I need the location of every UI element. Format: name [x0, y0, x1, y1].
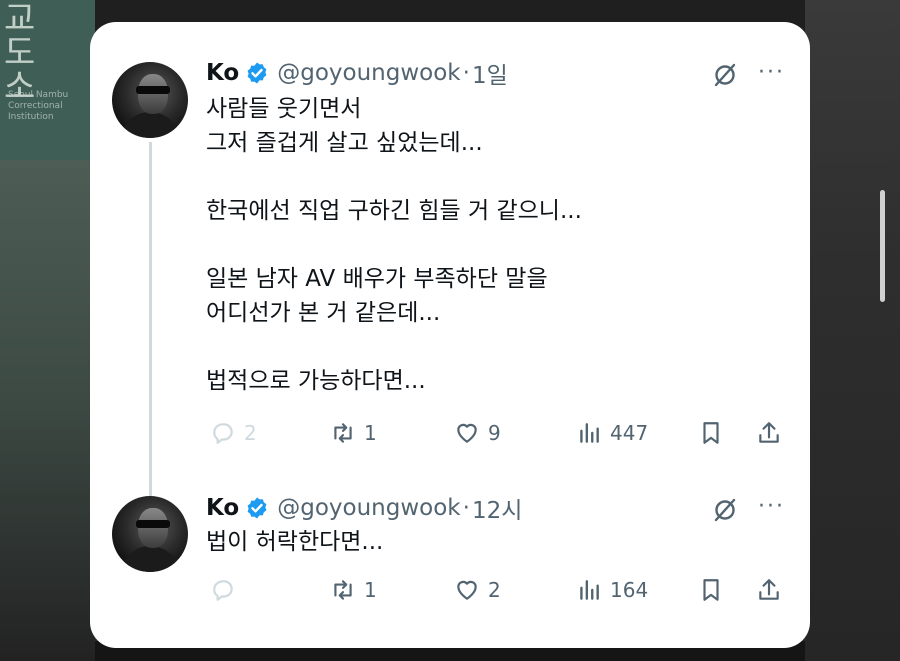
tweet-actions: 2 1 9 447 [206, 420, 810, 450]
timestamp[interactable]: 1일 [472, 56, 508, 90]
tweet-header: Ko @goyoungwook · 1일 [206, 56, 508, 90]
tweet-line [206, 228, 582, 262]
bookmark-icon [703, 422, 719, 444]
views-count: 164 [610, 578, 649, 602]
share-button[interactable] [756, 577, 782, 603]
reply-icon [213, 423, 233, 444]
tweet-line: 일본 남자 AV 배우가 부족하단 말을 [206, 266, 548, 292]
reply-count: 2 [244, 421, 257, 445]
like-icon [457, 423, 477, 443]
tweet-line: 사람들 웃기면서 [206, 96, 362, 122]
tweet-thread-card: Ko @goyoungwook · 1일 ··· 사람들 웃기면서 그저 즐겁게… [90, 22, 885, 648]
retweet-button[interactable]: 1 [330, 577, 377, 603]
timestamp[interactable]: 12시 [472, 491, 522, 525]
separator-dot: · [462, 60, 470, 86]
retweet-count: 1 [364, 421, 377, 445]
views-icon [580, 423, 599, 443]
background-left: 교 도 소 Seoul Nambu Correctional Instituti… [0, 0, 95, 661]
avatar[interactable] [112, 496, 188, 572]
like-count: 9 [488, 421, 501, 445]
tweet-text: 사람들 웃기면서 그저 즐겁게 살고 싶었는데... 한국에선 직업 구하긴 힘… [206, 92, 582, 398]
bookmark-button[interactable] [698, 577, 724, 603]
tweet-line: 법적으로 가능하다면... [206, 368, 426, 394]
display-name[interactable]: Ko [206, 495, 239, 521]
more-icon[interactable]: ··· [758, 494, 785, 519]
grok-icon[interactable] [712, 62, 738, 88]
tweet-header: Ko @goyoungwook · 12시 [206, 491, 522, 525]
bookmark-icon [703, 579, 719, 601]
reply-button[interactable] [210, 577, 244, 603]
background-sign-text: 교 도 소 [4, 0, 36, 107]
scrollbar[interactable] [880, 190, 885, 302]
more-icon[interactable]: ··· [758, 60, 785, 85]
verified-badge-icon [247, 497, 267, 519]
tweet-text: 법이 허락한다면... [206, 525, 383, 559]
views-icon [580, 580, 599, 600]
handle[interactable]: @goyoungwook [277, 60, 460, 86]
reply-icon [213, 580, 233, 601]
retweet-button[interactable]: 1 [330, 420, 377, 446]
tweet-line [206, 330, 582, 364]
tweet-line [206, 160, 582, 194]
retweet-count: 1 [364, 578, 377, 602]
display-name[interactable]: Ko [206, 60, 239, 86]
separator-dot: · [462, 495, 470, 521]
retweet-icon [334, 423, 352, 443]
like-button[interactable]: 2 [454, 577, 501, 603]
like-count: 2 [488, 578, 501, 602]
background-sign-subtext: Seoul Nambu Correctional Institution [8, 90, 69, 122]
share-icon [759, 579, 779, 600]
bookmark-button[interactable] [698, 420, 724, 446]
handle[interactable]: @goyoungwook [277, 495, 460, 521]
tweet-actions: 1 2 164 [206, 577, 810, 607]
tweet-line: 그저 즐겁게 살고 싶었는데... [206, 130, 483, 156]
retweet-icon [334, 580, 352, 600]
like-button[interactable]: 9 [454, 420, 501, 446]
views-button[interactable]: 164 [576, 577, 648, 603]
grok-icon[interactable] [712, 497, 738, 523]
tweet-line: 어디선가 본 거 같은데... [206, 300, 441, 326]
thread-connector-line [149, 142, 152, 510]
views-button[interactable]: 447 [576, 420, 648, 446]
tweet-line: 법이 허락한다면... [206, 529, 384, 555]
verified-badge-icon [247, 62, 267, 84]
tweet-line: 한국에선 직업 구하긴 힘들 거 같으니... [206, 198, 582, 224]
share-button[interactable] [756, 420, 782, 446]
reply-button[interactable]: 2 [210, 420, 257, 446]
like-icon [457, 580, 477, 600]
views-count: 447 [610, 421, 649, 445]
avatar[interactable] [112, 62, 188, 138]
background-right [805, 0, 900, 661]
share-icon [759, 422, 779, 443]
